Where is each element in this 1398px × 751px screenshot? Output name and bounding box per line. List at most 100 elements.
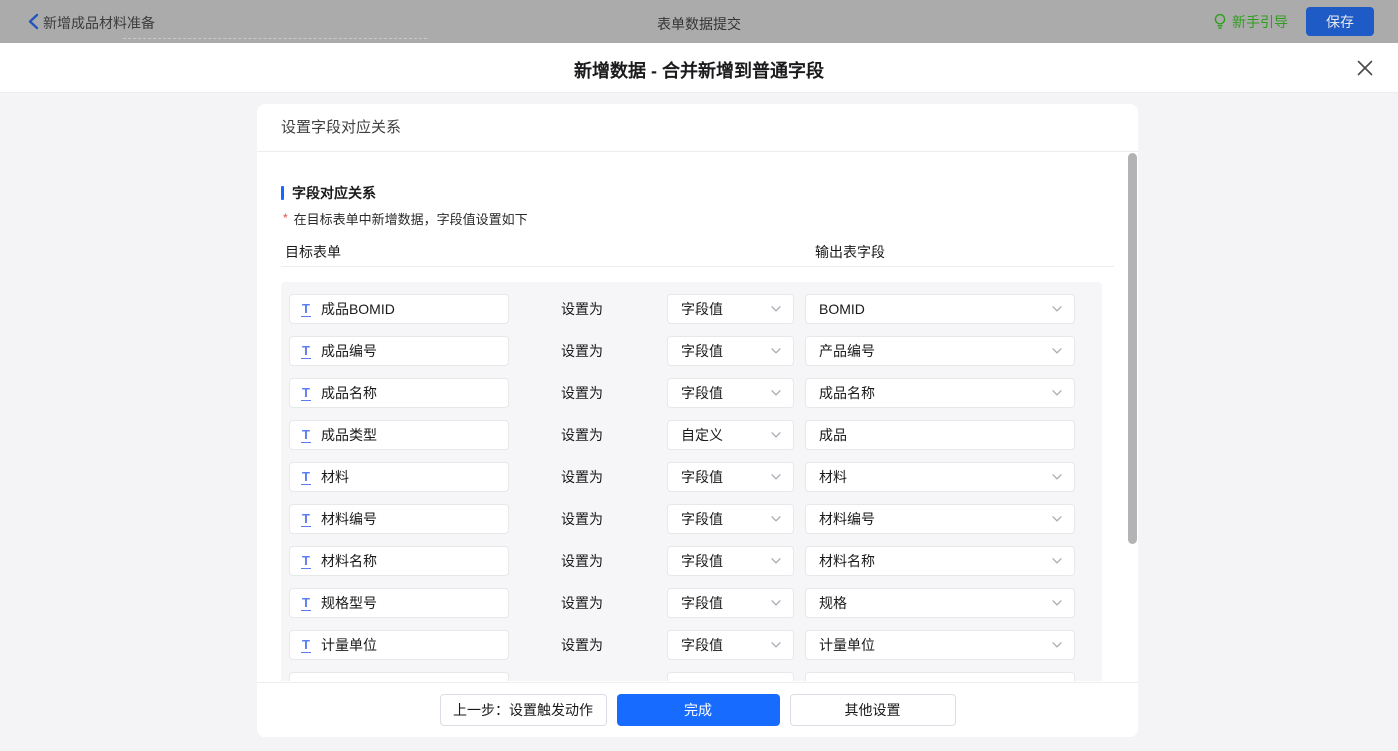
output-field-select[interactable]: 材料 bbox=[805, 462, 1075, 492]
section-accent-bar bbox=[281, 186, 284, 200]
field-mapping-row: T 材料 设置为 字段值 材料 bbox=[289, 462, 1102, 492]
target-field-input[interactable]: T 材料名称 bbox=[289, 546, 509, 576]
set-as-label: 设置为 bbox=[561, 341, 603, 361]
set-as-label: 设置为 bbox=[561, 593, 603, 613]
column-header-output-fields: 输出表字段 bbox=[815, 242, 885, 262]
output-field-value: 材料名称 bbox=[819, 551, 875, 571]
text-field-icon: T bbox=[301, 386, 311, 401]
output-field-select[interactable] bbox=[805, 672, 1075, 681]
chevron-down-icon bbox=[1052, 390, 1062, 396]
value-mode-select[interactable]: 字段值 bbox=[667, 294, 794, 324]
target-field-name: 材料 bbox=[321, 467, 349, 487]
target-field-input[interactable]: T 计量单位 bbox=[289, 630, 509, 660]
chevron-down-icon bbox=[1052, 474, 1062, 480]
set-as-label: 设置为 bbox=[561, 509, 603, 529]
chevron-down-icon bbox=[771, 390, 781, 396]
note-text: 在目标表单中新增数据，字段值设置如下 bbox=[294, 209, 528, 228]
target-field-input[interactable] bbox=[289, 672, 509, 681]
output-field-value: 产品编号 bbox=[819, 341, 875, 361]
field-mapping-row bbox=[289, 672, 1102, 681]
field-mapping-row: T 成品编号 设置为 字段值 产品编号 bbox=[289, 336, 1102, 366]
output-field-value: 材料编号 bbox=[819, 509, 875, 529]
topbar-center-title: 表单数据提交 bbox=[0, 14, 1398, 34]
field-mapping-list: T 成品BOMID 设置为 字段值 BOMID T 成品编号 设置为 字段值 bbox=[281, 282, 1102, 681]
value-mode-select[interactable]: 字段值 bbox=[667, 588, 794, 618]
set-as-label: 设置为 bbox=[561, 425, 603, 445]
value-mode-select[interactable]: 字段值 bbox=[667, 378, 794, 408]
vertical-scrollbar-thumb[interactable] bbox=[1128, 153, 1137, 544]
value-mode-select[interactable]: 字段值 bbox=[667, 462, 794, 492]
text-field-icon: T bbox=[301, 302, 311, 317]
set-as-label: 设置为 bbox=[561, 383, 603, 403]
field-mapping-row: T 材料名称 设置为 字段值 材料名称 bbox=[289, 546, 1102, 576]
chevron-down-icon bbox=[1052, 642, 1062, 648]
close-icon[interactable] bbox=[1356, 59, 1374, 77]
value-mode-value: 字段值 bbox=[681, 383, 723, 403]
save-button[interactable]: 保存 bbox=[1306, 7, 1374, 36]
value-mode-select[interactable] bbox=[667, 672, 794, 681]
text-field-icon: T bbox=[301, 554, 311, 569]
output-field-select[interactable]: 成品 bbox=[805, 420, 1075, 450]
value-mode-value: 字段值 bbox=[681, 593, 723, 613]
output-field-select[interactable]: BOMID bbox=[805, 294, 1075, 324]
text-field-icon: T bbox=[301, 428, 311, 443]
done-button[interactable]: 完成 bbox=[617, 694, 780, 726]
section-title-text: 字段对应关系 bbox=[292, 183, 376, 203]
output-field-value: 规格 bbox=[819, 593, 847, 613]
field-mapping-row: T 材料编号 设置为 字段值 材料编号 bbox=[289, 504, 1102, 534]
target-field-input[interactable]: T 材料 bbox=[289, 462, 509, 492]
target-field-input[interactable]: T 成品编号 bbox=[289, 336, 509, 366]
chevron-down-icon bbox=[771, 558, 781, 564]
set-as-label: 设置为 bbox=[561, 635, 603, 655]
other-settings-button[interactable]: 其他设置 bbox=[790, 694, 956, 726]
chevron-down-icon bbox=[771, 306, 781, 312]
output-field-select[interactable]: 材料编号 bbox=[805, 504, 1075, 534]
output-field-select[interactable]: 计量单位 bbox=[805, 630, 1075, 660]
text-field-icon: T bbox=[301, 512, 311, 527]
chevron-down-icon bbox=[771, 642, 781, 648]
chevron-down-icon bbox=[1052, 306, 1062, 312]
value-mode-select[interactable]: 字段值 bbox=[667, 336, 794, 366]
set-as-label: 设置为 bbox=[561, 467, 603, 487]
text-field-icon: T bbox=[301, 596, 311, 611]
output-field-value: 材料 bbox=[819, 467, 847, 487]
output-field-value: BOMID bbox=[819, 301, 865, 317]
chevron-down-icon bbox=[771, 600, 781, 606]
output-field-select[interactable]: 规格 bbox=[805, 588, 1075, 618]
target-field-input[interactable]: T 材料编号 bbox=[289, 504, 509, 534]
card-header-title: 设置字段对应关系 bbox=[257, 104, 1138, 152]
header-divider bbox=[281, 266, 1114, 267]
output-field-select[interactable]: 成品名称 bbox=[805, 378, 1075, 408]
column-header-target-form: 目标表单 bbox=[285, 242, 341, 262]
value-mode-value: 字段值 bbox=[681, 551, 723, 571]
value-mode-select[interactable]: 字段值 bbox=[667, 546, 794, 576]
target-field-input[interactable]: T 成品类型 bbox=[289, 420, 509, 450]
value-mode-value: 字段值 bbox=[681, 635, 723, 655]
target-field-name: 材料名称 bbox=[321, 551, 377, 571]
page: 新增成品材料准备 表单数据提交 新手引导 保存 新增数据 - 合并新增到普通字段… bbox=[0, 0, 1398, 751]
target-field-input[interactable]: T 成品BOMID bbox=[289, 294, 509, 324]
beginner-guide-link[interactable]: 新手引导 bbox=[1213, 12, 1288, 32]
target-field-name: 规格型号 bbox=[321, 593, 377, 613]
field-mapping-row: T 成品类型 设置为 自定义 成品 bbox=[289, 420, 1102, 450]
output-field-select[interactable]: 产品编号 bbox=[805, 336, 1075, 366]
card-body: 字段对应关系 * 在目标表单中新增数据，字段值设置如下 目标表单 输出表字段 T… bbox=[257, 152, 1138, 681]
value-mode-select[interactable]: 字段值 bbox=[667, 630, 794, 660]
field-mapping-row: T 规格型号 设置为 字段值 规格 bbox=[289, 588, 1102, 618]
value-mode-select[interactable]: 字段值 bbox=[667, 504, 794, 534]
output-field-value: 成品名称 bbox=[819, 383, 875, 403]
output-field-select[interactable]: 材料名称 bbox=[805, 546, 1075, 576]
chevron-down-icon bbox=[1052, 558, 1062, 564]
value-mode-value: 字段值 bbox=[681, 341, 723, 361]
value-mode-select[interactable]: 自定义 bbox=[667, 420, 794, 450]
target-field-name: 成品名称 bbox=[321, 383, 377, 403]
lightbulb-icon bbox=[1213, 13, 1227, 30]
previous-step-button[interactable]: 上一步：设置触发动作 bbox=[440, 694, 607, 726]
target-field-input[interactable]: T 规格型号 bbox=[289, 588, 509, 618]
target-field-name: 成品类型 bbox=[321, 425, 377, 445]
target-field-input[interactable]: T 成品名称 bbox=[289, 378, 509, 408]
chevron-down-icon bbox=[1052, 600, 1062, 606]
chevron-down-icon bbox=[771, 348, 781, 354]
target-field-name: 成品编号 bbox=[321, 341, 377, 361]
chevron-down-icon bbox=[771, 432, 781, 438]
